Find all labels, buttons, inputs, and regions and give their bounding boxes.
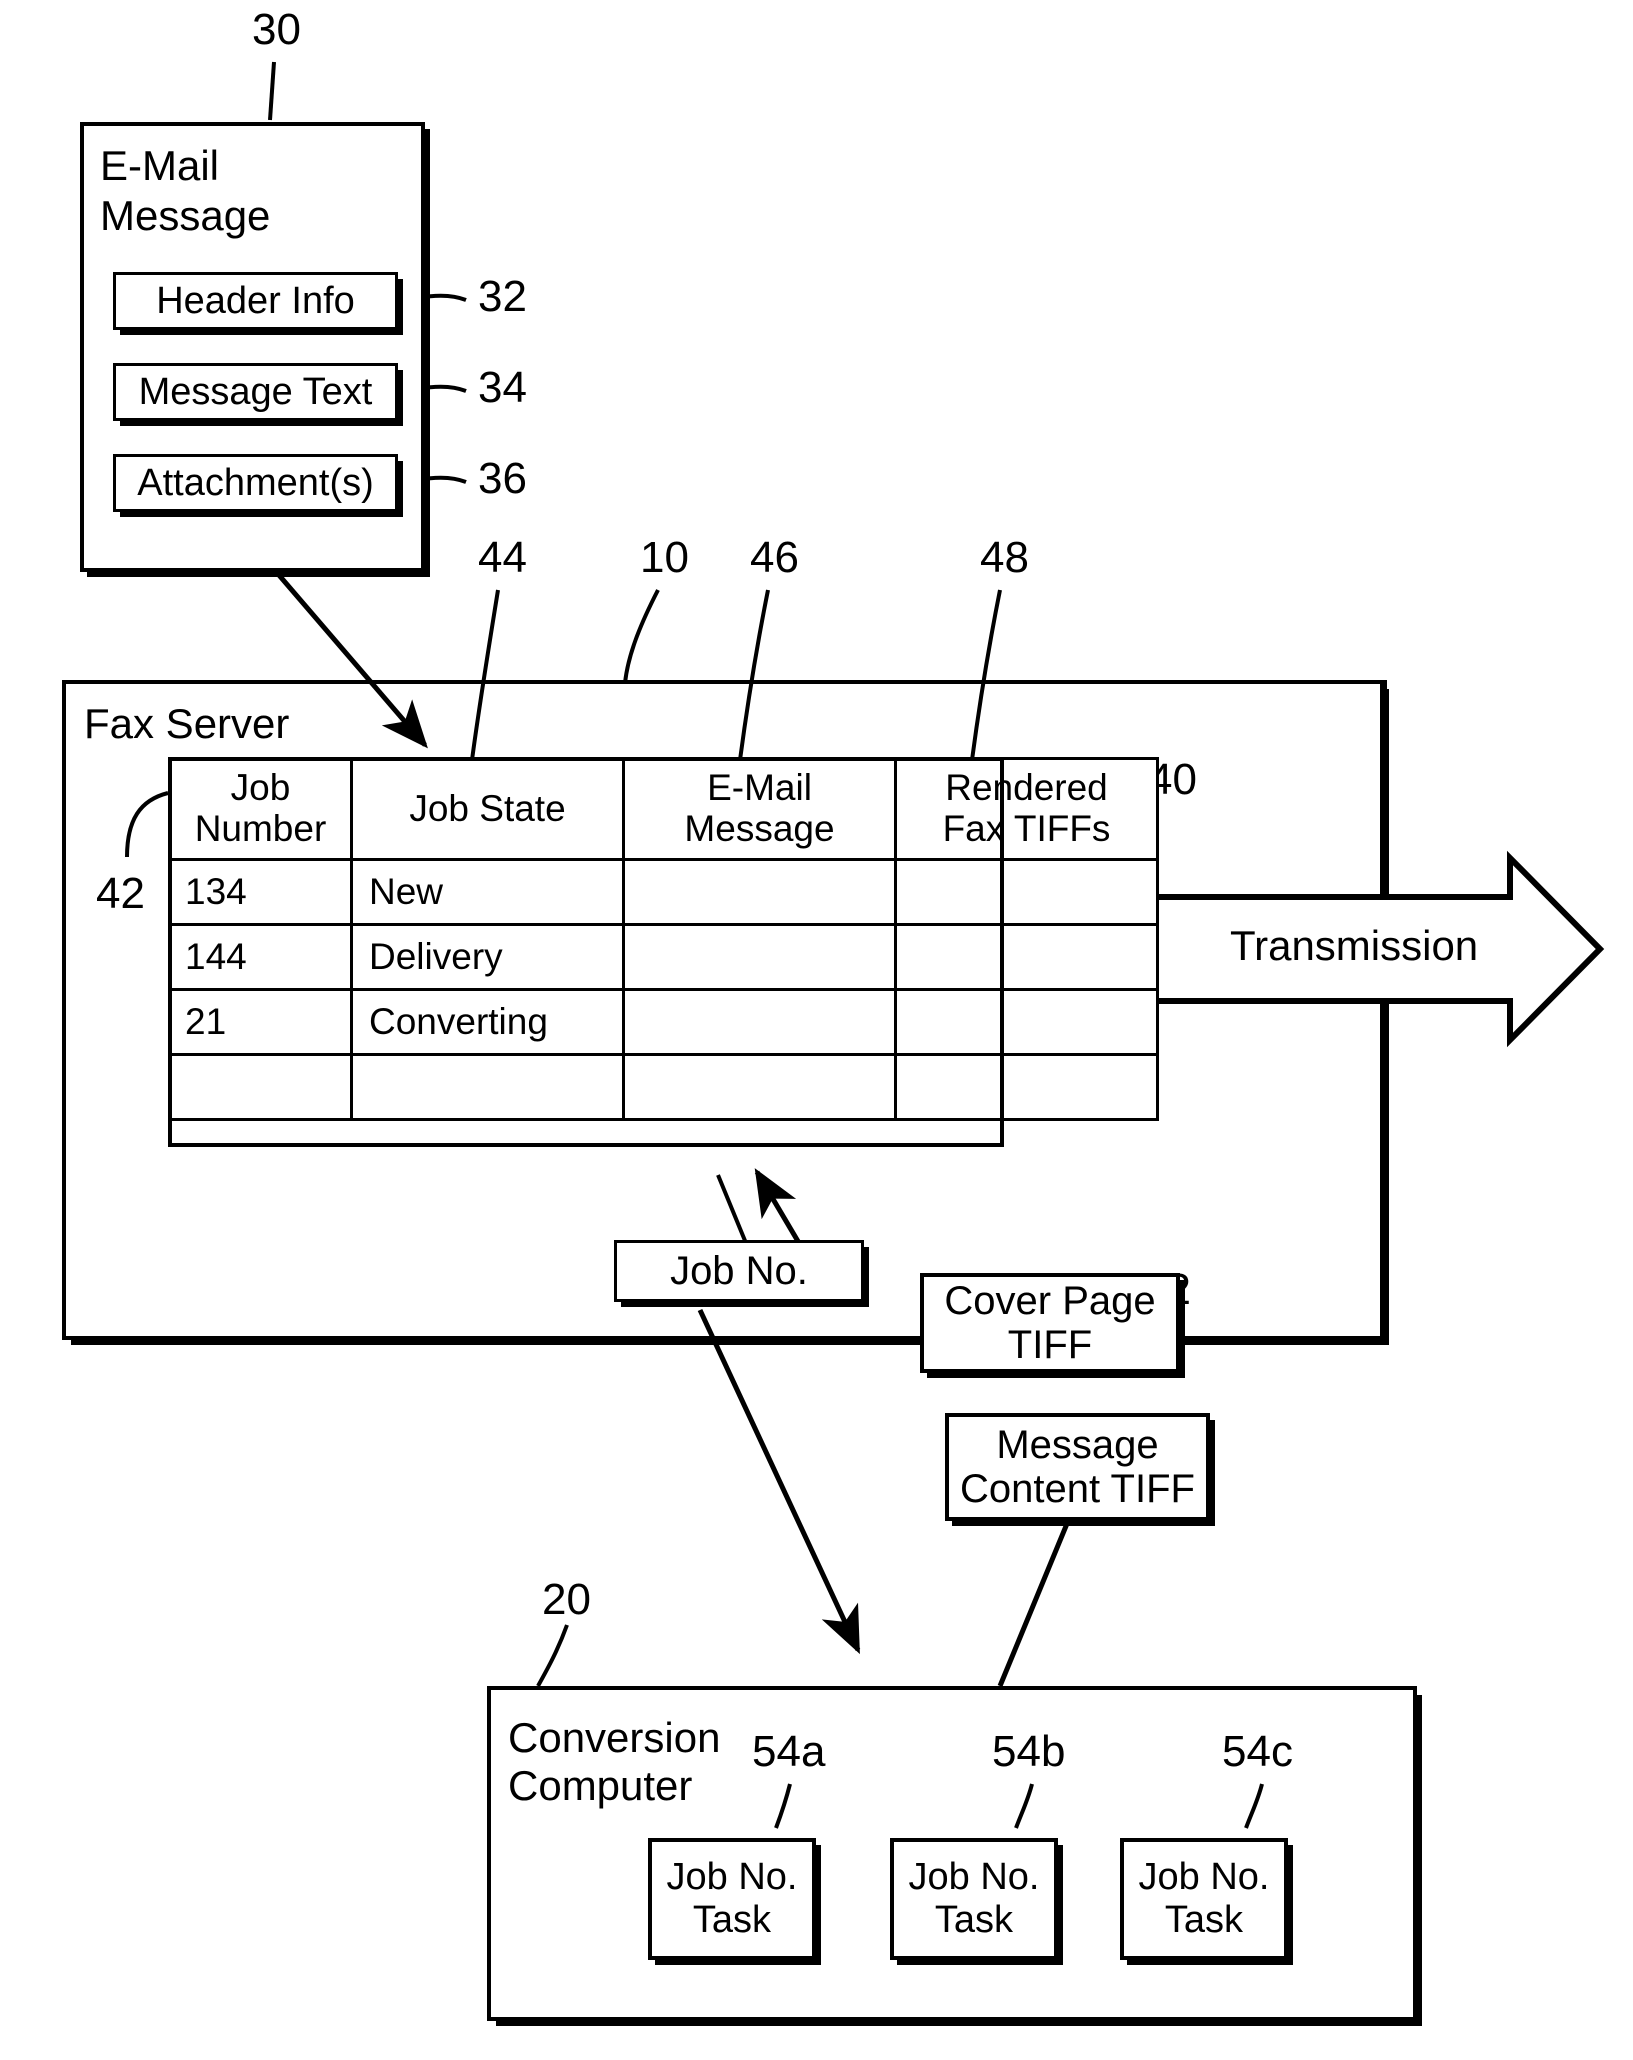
conversion-computer-title-line2: Computer bbox=[508, 1762, 693, 1809]
cover-page-tiff-line1: Cover Page bbox=[944, 1279, 1156, 1323]
table-row: 21 Converting bbox=[168, 988, 1159, 1056]
job-no-task-label-54c: Job No. Task bbox=[1139, 1856, 1270, 1943]
job-number-header-line1: Job bbox=[230, 767, 291, 809]
email-message-header-line1: E-Mail bbox=[707, 767, 812, 809]
rendered-tiffs-header-line1: Rendered bbox=[945, 767, 1108, 809]
leader-10 bbox=[623, 589, 660, 684]
task-54c-line2: Task bbox=[1164, 1899, 1244, 1941]
ref-32: 32 bbox=[478, 272, 527, 321]
job-state-header: Job State bbox=[409, 787, 566, 829]
cell-email-message bbox=[622, 858, 897, 926]
cell-rendered-fax-tiffs bbox=[894, 858, 1159, 926]
attachments-box: Attachment(s) bbox=[113, 454, 398, 512]
col-header-job-number: Job Number bbox=[168, 757, 353, 861]
job-table: Job Number Job State E-Mail Message Rend… bbox=[168, 757, 1159, 1121]
job-no-task-label-54b: Job No. Task bbox=[909, 1856, 1040, 1943]
message-text-box: Message Text bbox=[113, 363, 398, 421]
cell-rendered-fax-tiffs bbox=[894, 1053, 1159, 1121]
table-row bbox=[168, 1053, 1159, 1121]
cell-job-number bbox=[168, 1053, 353, 1121]
message-content-tiff-line2: Content TIFF bbox=[960, 1467, 1195, 1511]
table-row: 134 New bbox=[168, 858, 1159, 926]
task-54a-line2: Task bbox=[692, 1899, 772, 1941]
cell-rendered-fax-tiffs bbox=[894, 988, 1159, 1056]
job-no-label: Job No. bbox=[670, 1248, 808, 1293]
cell-rendered-fax-tiffs bbox=[894, 923, 1159, 991]
line-msgtiff-to-conversion bbox=[997, 1496, 1081, 1687]
task-54a-line1: Job No. bbox=[666, 1855, 798, 1898]
cell-email-message bbox=[622, 1053, 897, 1121]
arrow-jobno-to-conversion bbox=[697, 1308, 861, 1655]
cell-job-state bbox=[350, 1053, 625, 1121]
cell-job-state: New bbox=[350, 858, 625, 926]
email-message-title-line1: E-Mail bbox=[100, 142, 220, 189]
ref-36: 36 bbox=[478, 454, 527, 503]
ref-20: 20 bbox=[542, 1575, 591, 1624]
message-content-tiff-box: Message Content TIFF bbox=[945, 1413, 1210, 1521]
cell-email-message bbox=[622, 923, 897, 991]
job-no-task-box-54a: Job No. Task bbox=[648, 1838, 816, 1960]
cell-job-number: 21 bbox=[168, 988, 353, 1056]
cover-page-tiff-label: Cover Page TIFF bbox=[944, 1279, 1155, 1367]
email-message-title-line2: Message bbox=[100, 192, 271, 239]
rendered-tiffs-header-line2: Fax TIFFs bbox=[942, 808, 1111, 849]
fax-server-title: Fax Server bbox=[84, 700, 290, 747]
cell-job-state: Delivery bbox=[350, 923, 625, 991]
cell-job-number: 134 bbox=[168, 858, 353, 926]
task-54c-line1: Job No. bbox=[1138, 1855, 1270, 1898]
job-no-task-box-54b: Job No. Task bbox=[890, 1838, 1058, 1960]
job-no-task-box-54c: Job No. Task bbox=[1120, 1838, 1288, 1960]
message-text-label: Message Text bbox=[138, 370, 373, 413]
cover-page-tiff-line2: TIFF bbox=[1007, 1323, 1093, 1367]
ref-46: 46 bbox=[750, 533, 799, 582]
col-header-job-state: Job State bbox=[350, 757, 625, 861]
message-content-tiff-line1: Message bbox=[996, 1423, 1159, 1467]
cell-job-number: 144 bbox=[168, 923, 353, 991]
ref-34: 34 bbox=[478, 363, 527, 412]
figure-canvas: 30 32 34 36 10 44 46 48 40 42 52 50 20 5… bbox=[0, 0, 1633, 2060]
attachments-label: Attachment(s) bbox=[137, 461, 374, 504]
ref-10: 10 bbox=[640, 533, 689, 582]
email-message-header-line2: Message bbox=[684, 808, 835, 849]
cell-job-state: Converting bbox=[350, 988, 625, 1056]
ref-48: 48 bbox=[980, 533, 1029, 582]
transmission-label: Transmission bbox=[1230, 922, 1479, 969]
ref-30: 30 bbox=[252, 5, 301, 54]
col-header-rendered-fax-tiffs: Rendered Fax TIFFs bbox=[894, 757, 1159, 861]
ref-44: 44 bbox=[478, 533, 527, 582]
job-no-box: Job No. bbox=[614, 1240, 864, 1302]
message-content-tiff-label: Message Content TIFF bbox=[960, 1423, 1195, 1511]
task-54b-line2: Task bbox=[934, 1899, 1014, 1941]
table-header-row: Job Number Job State E-Mail Message Rend… bbox=[168, 757, 1159, 861]
header-info-box: Header Info bbox=[113, 272, 398, 330]
cell-email-message bbox=[622, 988, 897, 1056]
table-row: 144 Delivery bbox=[168, 923, 1159, 991]
header-info-label: Header Info bbox=[156, 279, 355, 322]
cover-page-tiff-box: Cover Page TIFF bbox=[920, 1273, 1180, 1373]
leader-30 bbox=[268, 61, 276, 121]
conversion-computer-title-line1: Conversion bbox=[508, 1714, 721, 1761]
leader-20 bbox=[536, 1624, 569, 1687]
job-no-task-label-54a: Job No. Task bbox=[667, 1856, 798, 1943]
col-header-email-message: E-Mail Message bbox=[622, 757, 897, 861]
task-54b-line1: Job No. bbox=[908, 1855, 1040, 1898]
job-number-header-line2: Number bbox=[194, 808, 327, 849]
